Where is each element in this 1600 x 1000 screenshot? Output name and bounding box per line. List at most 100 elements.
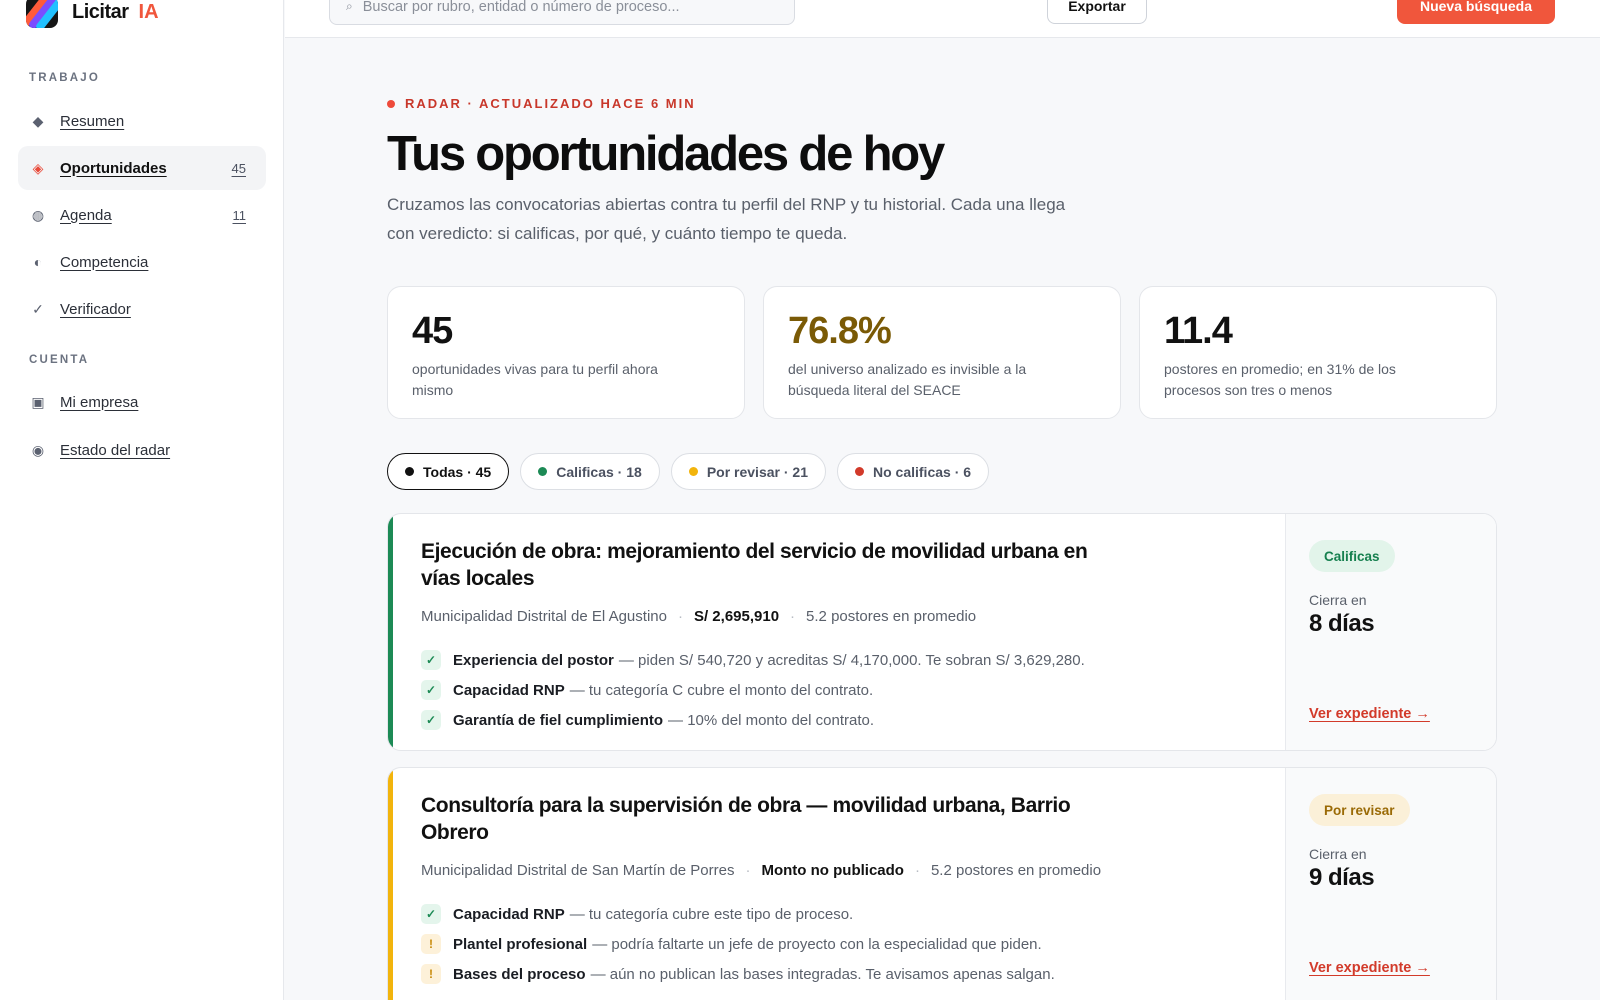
- warning-icon: !: [421, 964, 441, 984]
- sidebar-item-oportunidades[interactable]: ◈ Oportunidades 45: [18, 146, 266, 190]
- dot-icon: [405, 467, 414, 476]
- warning-icon: !: [421, 934, 441, 954]
- filter-chip-label: Calificas · 18: [556, 463, 642, 480]
- opportunity-meta: Municipalidad Distrital de El Agustino ·…: [421, 608, 1301, 625]
- verdict-badge: Por revisar: [1309, 794, 1410, 826]
- check-icon: ✓: [421, 650, 441, 670]
- radar-diamond-icon: ◈: [32, 159, 44, 176]
- brand-suffix: IA: [138, 0, 159, 23]
- card-body: Ejecución de obra: mejoramiento del serv…: [421, 538, 1301, 735]
- opportunity-title: Consultoría para la supervisión de obra …: [421, 794, 1071, 844]
- requirement-name: Garantía de fiel cumplimiento: [453, 711, 664, 729]
- sidebar-item-label: Resumen: [60, 112, 125, 130]
- half-circle-icon: ◐: [33, 254, 43, 270]
- brand-logo[interactable]: Licitar IA: [26, 0, 159, 32]
- stat-value: 45: [412, 310, 453, 352]
- requirement-detail: — podría faltarte un jefe de proyecto co…: [592, 935, 1042, 953]
- opportunity-title: Ejecución de obra: mejoramiento del serv…: [421, 540, 1088, 590]
- page-title: Tus oportunidades de hoy: [387, 127, 945, 181]
- meta-separator: ·: [677, 608, 683, 625]
- stat-description: del universo analizado es invisible a la…: [788, 361, 1027, 398]
- sidebar-item-mi-empresa[interactable]: ▣ Mi empresa: [18, 380, 266, 424]
- stat-card: 11.4 postores en promedio; en 31% de los…: [1139, 286, 1497, 419]
- export-button[interactable]: Exportar: [1047, 0, 1147, 24]
- card-body: Consultoría para la supervisión de obra …: [421, 792, 1301, 989]
- sidebar-item-verificador[interactable]: ✓ Verificador: [18, 287, 266, 331]
- section-label-cuenta: CUENTA: [29, 354, 90, 366]
- radar-status-icon: ◉: [31, 441, 45, 458]
- brand-name: Licitar: [72, 0, 129, 23]
- sidebar-item-label: Estado del radar: [60, 441, 171, 459]
- closes-label: Cierra en: [1309, 592, 1367, 608]
- radar-status-text: RADAR · ACTUALIZADO HACE 6 MIN: [405, 96, 696, 111]
- page-subtitle: Cruzamos las convocatorias abiertas cont…: [387, 195, 1066, 243]
- requirement-detail: — tu categoría C cubre el monto del cont…: [569, 681, 874, 699]
- filter-chip-calificas[interactable]: Calificas · 18: [520, 453, 660, 490]
- verdict-accent-bar: [388, 768, 393, 1000]
- requirement-detail: — 10% del monto del contrato.: [668, 711, 874, 729]
- sidebar-item-label: Competencia: [60, 253, 149, 271]
- section-label-trabajo: TRABAJO: [29, 72, 100, 84]
- sidebar-item-estado-radar[interactable]: ◉ Estado del radar: [18, 428, 266, 472]
- calendar-icon: ◍: [31, 206, 45, 223]
- filter-chip-label: Todas · 45: [423, 463, 492, 480]
- search-box[interactable]: ⌕: [329, 0, 795, 25]
- requirement-name: Experiencia del postor: [453, 651, 614, 669]
- requirement-detail: — tu categoría cubre este tipo de proces…: [569, 905, 854, 923]
- requirement-name: Plantel profesional: [453, 935, 588, 953]
- requirement-item: ✓ Capacidad RNP — tu categoría C cubre e…: [421, 675, 1301, 705]
- filter-chip-todas[interactable]: Todas · 45: [387, 453, 510, 490]
- opportunity-bidders: 5.2 postores en promedio: [806, 608, 977, 625]
- opportunity-entity: Municipalidad Distrital de El Agustino: [421, 608, 667, 625]
- new-search-button[interactable]: Nueva búsqueda: [1397, 0, 1555, 24]
- opportunity-card[interactable]: Consultoría para la supervisión de obra …: [387, 767, 1497, 1000]
- requirement-detail: — aún no publican las bases integradas. …: [590, 965, 1055, 983]
- filter-chip-no-calificas[interactable]: No calificas · 6: [836, 453, 990, 490]
- filter-chip-por-revisar[interactable]: Por revisar · 21: [670, 453, 826, 490]
- sidebar-item-label: Agenda: [60, 206, 112, 224]
- opportunity-bidders: 5.2 postores en promedio: [930, 862, 1102, 879]
- requirements-list: ✓ Capacidad RNP — tu categoría cubre est…: [421, 899, 1301, 989]
- stats-row: 45 oportunidades vivas para tu perfil ah…: [387, 286, 1497, 419]
- opportunity-meta: Municipalidad Distrital de San Martín de…: [421, 862, 1301, 879]
- meta-separator: ·: [914, 862, 920, 879]
- closes-value: 9 días: [1309, 864, 1375, 891]
- requirement-item: ✓ Garantía de fiel cumplimiento — 10% de…: [421, 705, 1301, 735]
- card-side-panel: Por revisar Cierra en 9 días Ver expedie…: [1285, 768, 1496, 1000]
- closes-value: 8 días: [1309, 610, 1375, 637]
- check-icon: ✓: [421, 710, 441, 730]
- stat-card: 76.8% del universo analizado es invisibl…: [763, 286, 1121, 419]
- verdict-badge: Calificas: [1309, 540, 1395, 572]
- opportunity-entity: Municipalidad Distrital de San Martín de…: [421, 862, 735, 879]
- requirement-name: Bases del proceso: [453, 965, 586, 983]
- building-icon: ▣: [31, 393, 45, 410]
- meta-separator: ·: [745, 862, 751, 879]
- dot-icon: [854, 467, 864, 476]
- view-file-link[interactable]: Ver expediente →: [1309, 706, 1430, 722]
- stat-value: 11.4: [1164, 310, 1233, 352]
- stat-description: postores en promedio; en 31% de los proc…: [1164, 361, 1396, 398]
- filter-chip-label: Por revisar · 21: [706, 463, 808, 480]
- topbar: ⌕ Exportar Nueva búsqueda: [285, 0, 1600, 38]
- sidebar-item-competencia[interactable]: ◐ Competencia: [18, 240, 266, 284]
- sidebar-item-resumen[interactable]: ◆ Resumen: [18, 99, 266, 143]
- opportunity-amount: S/ 2,695,910: [693, 608, 780, 625]
- check-icon: ✓: [32, 300, 44, 317]
- dot-icon: [538, 467, 548, 476]
- requirement-item: ✓ Capacidad RNP — tu categoría cubre est…: [421, 899, 1301, 929]
- stat-description: oportunidades vivas para tu perfil ahora…: [412, 361, 658, 398]
- search-icon: ⌕: [346, 0, 353, 13]
- sidebar-item-agenda[interactable]: ◍ Agenda 11: [18, 193, 266, 237]
- sidebar-item-label: Verificador: [60, 300, 131, 318]
- opportunity-card[interactable]: Ejecución de obra: mejoramiento del serv…: [387, 513, 1497, 751]
- radar-status-tag: RADAR · ACTUALIZADO HACE 6 MIN: [387, 96, 696, 111]
- requirements-list: ✓ Experiencia del postor — piden S/ 540,…: [421, 645, 1301, 735]
- filter-chips: Todas · 45 Calificas · 18 Por revisar · …: [387, 453, 990, 490]
- view-file-link[interactable]: Ver expediente →: [1309, 960, 1430, 976]
- sidebar-item-count: 45: [231, 160, 246, 176]
- filter-chip-label: No calificas · 6: [872, 463, 972, 480]
- requirement-name: Capacidad RNP: [453, 905, 565, 923]
- sidebar-item-label: Mi empresa: [60, 393, 139, 411]
- search-input[interactable]: [362, 0, 763, 15]
- requirement-detail: — piden S/ 540,720 y acreditas S/ 4,170,…: [618, 651, 1085, 669]
